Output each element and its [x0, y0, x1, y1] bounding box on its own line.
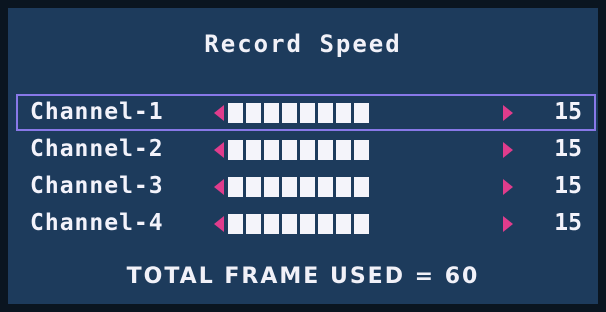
level-segment — [300, 140, 315, 160]
level-segment — [282, 177, 297, 197]
record-speed-panel: Record Speed Channel-1 15 Channel-2 15 C… — [0, 0, 606, 312]
channel-row-4[interactable]: Channel-4 15 — [16, 205, 596, 242]
level-segment — [264, 140, 279, 160]
channel-value: 15 — [554, 210, 582, 236]
level-segment — [354, 214, 369, 234]
level-segment — [246, 214, 261, 234]
level-segment — [282, 214, 297, 234]
level-segment — [354, 140, 369, 160]
level-segment — [264, 214, 279, 234]
channel-value: 15 — [554, 173, 582, 199]
level-segment — [228, 103, 243, 123]
level-segment — [318, 177, 333, 197]
level-segment — [336, 214, 351, 234]
level-segment — [336, 177, 351, 197]
channel-row-3[interactable]: Channel-3 15 — [16, 168, 596, 205]
level-segment — [228, 177, 243, 197]
level-segment — [300, 103, 315, 123]
channel-row-2[interactable]: Channel-2 15 — [16, 131, 596, 168]
level-segment — [282, 103, 297, 123]
level-segment — [282, 140, 297, 160]
total-frame-used: TOTAL FRAME USED = 60 — [126, 264, 480, 289]
level-segment — [318, 214, 333, 234]
channel-list: Channel-1 15 Channel-2 15 Channel-3 15 C… — [16, 94, 596, 242]
increase-arrow-icon[interactable] — [503, 142, 513, 158]
level-segment — [246, 103, 261, 123]
level-segment — [228, 140, 243, 160]
increase-arrow-icon[interactable] — [503, 179, 513, 195]
decrease-arrow-icon[interactable] — [214, 105, 224, 121]
level-segment — [336, 103, 351, 123]
channel-label: Channel-3 — [30, 173, 164, 199]
channel-value: 15 — [554, 99, 582, 125]
level-segment — [246, 140, 261, 160]
level-segment — [300, 177, 315, 197]
speed-level-bar — [228, 214, 374, 234]
level-segment — [318, 140, 333, 160]
level-segment — [336, 140, 351, 160]
channel-row-1[interactable]: Channel-1 15 — [16, 94, 596, 131]
speed-level-bar — [228, 103, 374, 123]
channel-value: 15 — [554, 136, 582, 162]
panel-title: Record Speed — [204, 30, 402, 58]
level-segment — [228, 214, 243, 234]
speed-level-bar — [228, 177, 374, 197]
speed-level-bar — [228, 140, 374, 160]
decrease-arrow-icon[interactable] — [214, 216, 224, 232]
channel-label: Channel-1 — [30, 99, 164, 125]
increase-arrow-icon[interactable] — [503, 105, 513, 121]
level-segment — [246, 177, 261, 197]
level-segment — [318, 103, 333, 123]
level-segment — [354, 177, 369, 197]
increase-arrow-icon[interactable] — [503, 216, 513, 232]
decrease-arrow-icon[interactable] — [214, 142, 224, 158]
level-segment — [264, 177, 279, 197]
decrease-arrow-icon[interactable] — [214, 179, 224, 195]
level-segment — [264, 103, 279, 123]
channel-label: Channel-2 — [30, 136, 164, 162]
level-segment — [300, 214, 315, 234]
channel-label: Channel-4 — [30, 210, 164, 236]
level-segment — [354, 103, 369, 123]
